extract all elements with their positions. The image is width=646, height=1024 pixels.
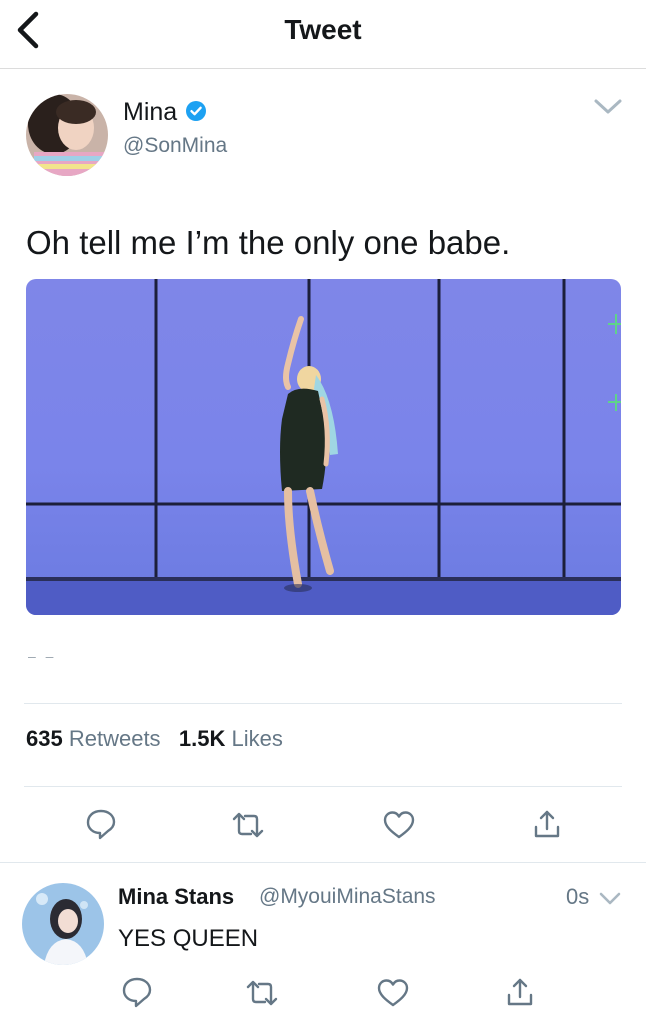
reply-like-button[interactable] [376, 976, 410, 1010]
reply-share-button[interactable] [503, 976, 537, 1010]
retweet-icon [232, 812, 264, 838]
heart-icon [383, 811, 415, 839]
divider [0, 862, 646, 863]
reply-button[interactable] [84, 807, 118, 841]
reply-menu-button[interactable] [599, 891, 621, 907]
tweet-text: Oh tell me I’m the only one babe. [26, 224, 511, 261]
tweet-media-image[interactable] [26, 279, 621, 615]
divider [24, 703, 622, 704]
likes-stat[interactable]: 1.5K Likes [179, 726, 283, 751]
retweet-label: Retweets [68, 726, 161, 751]
retweets-stat[interactable]: 635 Retweets [26, 726, 167, 751]
page-title: Tweet [284, 14, 362, 45]
author-name[interactable]: Mina [123, 98, 177, 127]
reply-text: YES QUEEN [118, 925, 259, 952]
retweet-count: 635 [26, 726, 63, 751]
chevron-down-icon [599, 892, 621, 905]
reply-icon [122, 977, 152, 1008]
retweet-button[interactable] [231, 808, 265, 842]
like-count: 1.5K [178, 726, 226, 751]
share-icon [507, 978, 533, 1006]
heart-icon [377, 979, 409, 1007]
reply-author-avatar[interactable] [22, 883, 104, 965]
like-button[interactable] [382, 808, 416, 842]
engagement-stats: 635 Retweets 1.5K Likes [26, 726, 283, 752]
share-icon [534, 810, 560, 838]
reply-reply-button[interactable] [120, 975, 154, 1009]
reply-author-handle[interactable]: @MyouiMinaStans [259, 885, 436, 909]
chevron-down-icon [594, 99, 622, 114]
divider [24, 786, 622, 787]
reply-icon [86, 809, 116, 840]
author-handle[interactable]: @SonMina [123, 134, 227, 158]
verified-badge-icon [186, 101, 206, 121]
media-caption-placeholder: – – [28, 648, 57, 664]
like-label: Likes [231, 726, 283, 751]
tweet-menu-button[interactable] [593, 97, 623, 117]
reply-timestamp: 0s [566, 884, 590, 909]
author-avatar[interactable] [26, 94, 108, 176]
retweet-icon [246, 980, 278, 1006]
reply-retweet-button[interactable] [245, 976, 279, 1010]
reply-author-name[interactable]: Mina Stans [118, 884, 234, 910]
share-button[interactable] [530, 808, 564, 842]
